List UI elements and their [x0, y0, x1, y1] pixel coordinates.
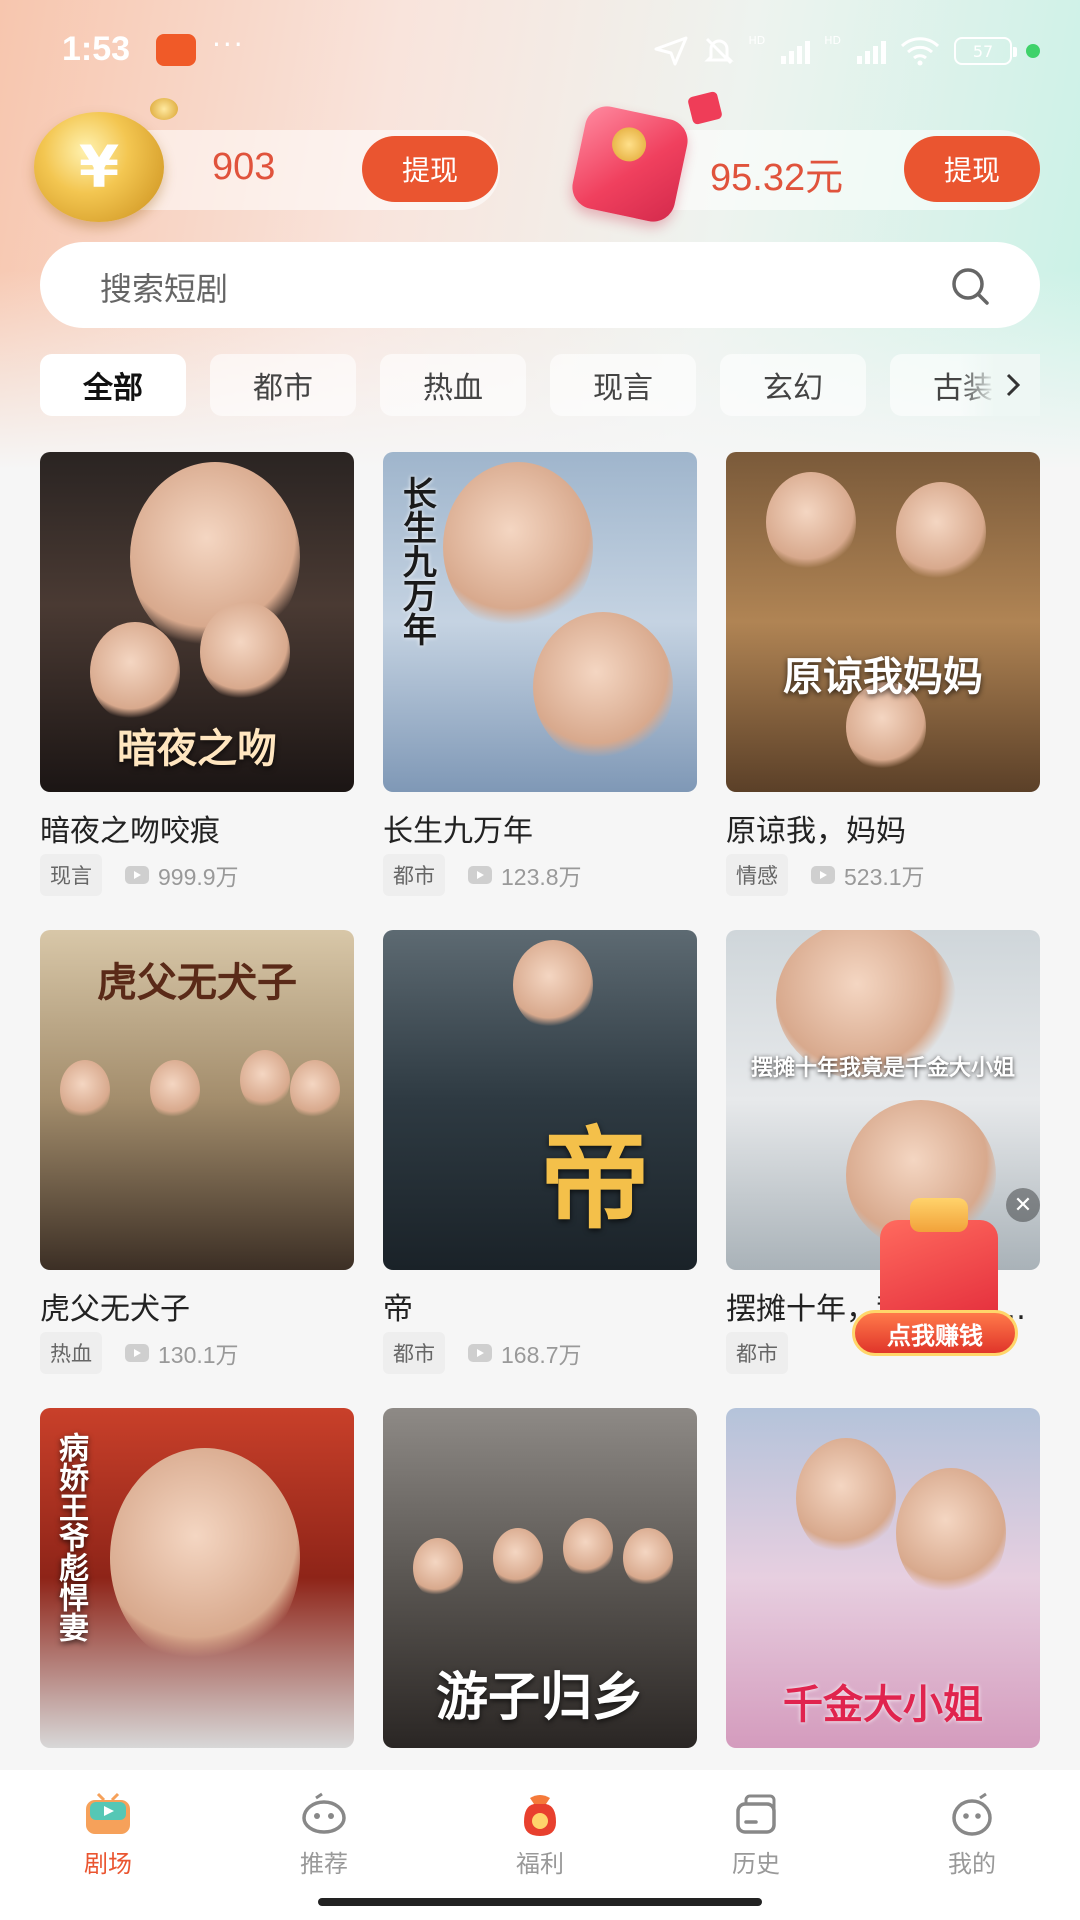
drama-poster[interactable]: 暗夜之吻	[40, 452, 354, 792]
poster-title: 千金大小姐	[783, 1681, 983, 1728]
view-count: 130.1万	[158, 1342, 239, 1368]
drama-title: 原谅我，妈妈	[726, 814, 906, 846]
poster-title: 摆摊十年我竟是千金大小姐	[750, 1055, 1015, 1081]
genre-tag: 都市	[383, 854, 445, 896]
status-bar: 1:53 ··· HD HD 57	[0, 0, 1080, 100]
search-bar[interactable]: 搜索短剧	[40, 242, 1040, 328]
drama-poster[interactable]: 千金大小姐	[726, 1408, 1040, 1748]
history-icon	[736, 1794, 776, 1834]
status-time: 1:53	[62, 30, 131, 68]
drama-poster[interactable]: 长生九万年	[383, 452, 697, 792]
drama-title: 暗夜之吻咬痕	[40, 814, 220, 846]
poster-title: 暗夜之吻	[117, 725, 277, 772]
chevron-right-icon	[1006, 373, 1021, 397]
drama-poster[interactable]: 帝	[383, 930, 697, 1270]
small-coin-icon	[150, 98, 178, 120]
coin-withdraw-button[interactable]: 提现	[362, 136, 498, 202]
welfare-bag-icon	[524, 1795, 556, 1836]
nav-theater[interactable]: 剧场	[0, 1770, 216, 1920]
drama-title: 长生九万年	[383, 814, 533, 846]
app-notification-icon	[156, 34, 196, 66]
drama-card[interactable]: 千金大小姐 暗龙寨里的千金	[726, 1408, 1040, 1802]
nav-label: 我的	[948, 1850, 996, 1878]
coin-balance: 903	[212, 146, 276, 188]
drama-poster[interactable]: 游子归乡	[383, 1408, 697, 1748]
sim2-label: HD	[824, 34, 841, 47]
view-count: 123.8万	[501, 864, 582, 890]
drama-card[interactable]: 帝 帝 都市 168.7万	[383, 930, 697, 1374]
genre-tag: 都市	[383, 1332, 445, 1374]
mute-bell-icon	[703, 37, 734, 65]
drama-card[interactable]: 长生九万年 长生九万年 都市 123.8万	[383, 452, 697, 896]
earn-money-button[interactable]: 点我赚钱	[852, 1310, 1018, 1356]
tab-urban[interactable]: 都市	[210, 354, 356, 416]
poster-title: 帝	[540, 1115, 650, 1244]
cash-withdraw-button[interactable]: 提现	[904, 136, 1040, 202]
poster-title: 病娇王爷彪悍妻	[53, 1432, 88, 1642]
drama-card[interactable]: 病娇王爷彪悍妻 病娇王爷彪悍妻	[40, 1408, 354, 1802]
play-count-icon	[468, 866, 492, 884]
red-packet-icon	[568, 102, 692, 226]
signal-icon	[857, 38, 886, 64]
signal-icon	[781, 38, 811, 64]
play-count-icon	[811, 866, 835, 884]
drama-poster[interactable]: 虎父无犬子	[40, 930, 354, 1270]
privacy-indicator-dot	[1026, 44, 1040, 58]
more-notifications-icon: ···	[212, 28, 245, 61]
tab-action[interactable]: 热血	[380, 354, 526, 416]
drama-poster[interactable]: 病娇王爷彪悍妻	[40, 1408, 354, 1748]
tab-modern-romance[interactable]: 现言	[550, 354, 696, 416]
drama-title: 帝	[383, 1292, 413, 1324]
tabs-scroll-arrow[interactable]	[960, 354, 1040, 416]
gold-coin-icon: ¥	[34, 112, 164, 222]
tab-all[interactable]: 全部	[40, 354, 186, 416]
genre-tag: 现言	[40, 854, 102, 896]
search-placeholder: 搜索短剧	[100, 270, 229, 308]
tab-fantasy[interactable]: 玄幻	[720, 354, 866, 416]
play-count-icon	[468, 1344, 492, 1362]
view-count: 523.1万	[844, 864, 925, 890]
nav-label: 推荐	[300, 1850, 348, 1878]
sim1-label: HD	[748, 34, 766, 47]
recommend-icon	[302, 1792, 346, 1834]
nav-label: 福利	[516, 1850, 564, 1878]
genre-tag: 热血	[40, 1332, 102, 1374]
poster-title: 长生九万年	[396, 476, 437, 646]
nav-label: 剧场	[84, 1850, 132, 1878]
drama-title: 虎父无犬子	[40, 1292, 190, 1324]
poster-title: 游子归乡	[435, 1667, 644, 1728]
genre-tag: 情感	[726, 854, 788, 896]
search-icon[interactable]	[950, 266, 990, 306]
view-count: 999.9万	[158, 864, 239, 890]
poster-title: 原谅我妈妈	[783, 653, 983, 700]
genre-tag: 都市	[726, 1332, 788, 1374]
cash-balance: 95.32元	[710, 157, 844, 199]
wifi-icon	[900, 37, 940, 66]
drama-card[interactable]: 虎父无犬子 虎父无犬子 热血 130.1万	[40, 930, 354, 1374]
drama-card[interactable]: 游子归乡 游子归乡	[383, 1408, 697, 1802]
play-count-icon	[125, 866, 149, 884]
drama-card[interactable]: 原谅我妈妈 原谅我，妈妈 情感 523.1万	[726, 452, 1040, 896]
profile-icon	[952, 1792, 992, 1836]
nav-profile[interactable]: 我的	[864, 1770, 1080, 1920]
drama-poster[interactable]: 原谅我妈妈	[726, 452, 1040, 792]
nav-label: 历史	[732, 1850, 780, 1878]
theater-icon	[86, 1792, 130, 1834]
view-count: 168.7万	[501, 1342, 582, 1368]
drama-poster[interactable]: 摆摊十年我竟是千金大小姐	[726, 930, 1040, 1270]
poster-title: 虎父无犬子	[97, 959, 297, 1006]
category-tabs: 全部 都市 热血 现言 玄幻 古装	[40, 354, 1040, 416]
play-count-icon	[125, 1344, 149, 1362]
home-indicator[interactable]	[318, 1898, 762, 1906]
location-icon	[654, 36, 687, 66]
close-icon[interactable]: ✕	[1006, 1188, 1040, 1222]
drama-card[interactable]: 暗夜之吻 暗夜之吻咬痕 现言 999.9万	[40, 452, 354, 896]
battery-icon: 57	[954, 37, 1017, 65]
